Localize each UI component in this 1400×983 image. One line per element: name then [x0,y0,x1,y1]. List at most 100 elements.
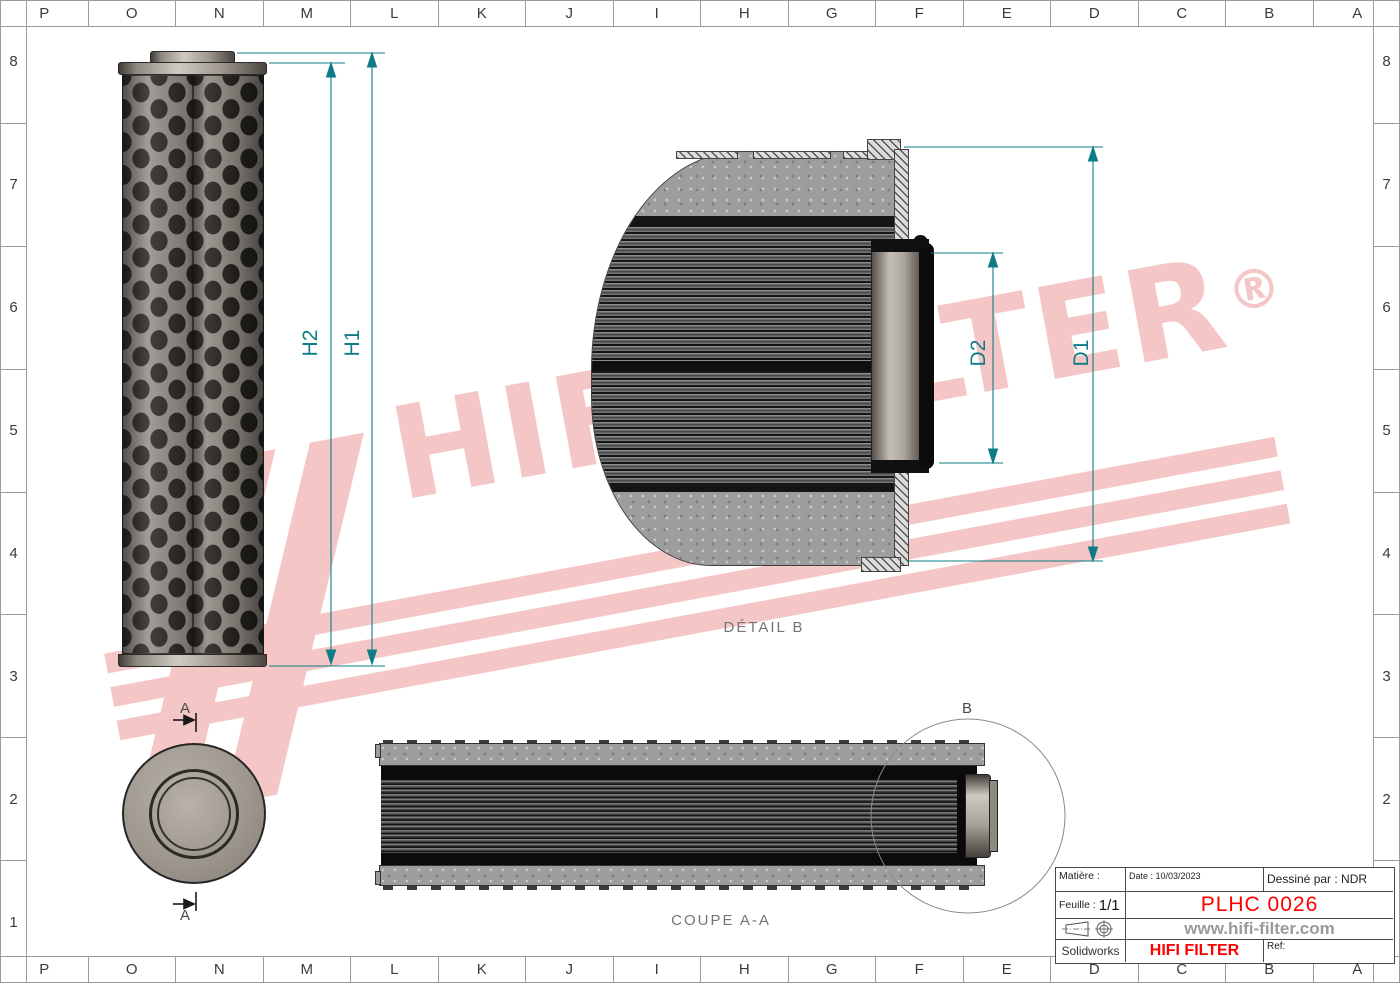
detail-hatch-rim [894,461,909,566]
detail-view [591,139,1021,579]
section-shell [379,743,985,766]
front-view-seam [192,75,194,654]
grid-letter: D [1051,1,1139,26]
website: www.hifi-filter.com [1126,919,1393,940]
section-view [379,740,999,890]
section-end-seal [957,779,965,853]
detail-circle-label: B [947,700,987,717]
grid-letter: M [264,957,352,982]
brand-name: HIFI FILTER [1126,940,1264,962]
grid-letter: E [964,1,1052,26]
sheet-label: Feuille : [1059,899,1096,911]
title-block: Matière : Date : 10/03/2023 Dessiné par … [1055,867,1395,964]
detail-body [591,151,909,566]
part-number: PLHC 0026 [1126,892,1393,919]
detail-top-cap [592,152,908,216]
cut-letter-bottom: A [165,907,205,924]
grid-number: 2 [1374,738,1399,861]
detail-hatch-strip [843,151,869,159]
dim-h2-label: H2 [300,313,322,373]
grid-letter: N [176,957,264,982]
title-sheet-cell: Feuille : 1/1 [1056,892,1126,919]
detail-separator [592,361,908,371]
grid-letter: J [526,1,614,26]
software-name: Solidworks [1056,940,1126,962]
ref-label: Ref: [1264,940,1393,962]
grid-letter: M [264,1,352,26]
grid-number: 5 [1374,370,1399,493]
dim-d1-label: D1 [1071,323,1093,383]
section-separator [381,853,977,865]
detail-bottom-cap [592,492,908,566]
section-end-flange [989,780,998,852]
grid-letter: K [439,1,527,26]
grid-number: 2 [1,738,26,861]
grid-letter: K [439,957,527,982]
section-separator [381,766,977,779]
projection-symbol-cell [1056,919,1126,940]
detail-pleated-media [592,225,908,361]
grid-letter: F [876,957,964,982]
grid-number: 4 [1,493,26,616]
grid-number: 3 [1,615,26,738]
title-author: Dessiné par : NDR [1264,868,1393,892]
grid-number: 6 [1374,247,1399,370]
detail-view-label: DÉTAIL B [664,619,864,636]
grid-number: 8 [1374,1,1399,124]
projection-symbol-icon [1062,920,1120,938]
grid-letter: I [614,1,702,26]
grid-letters-top: PONMLKJIHGFEDCBA [1,1,1400,27]
drawing-sheet: HIFI FILTER ® [0,0,1400,983]
dim-h1-label: H1 [342,313,364,373]
grid-letter: G [789,1,877,26]
cut-letter-top: A [165,700,205,717]
grid-letter: O [89,957,177,982]
top-view [122,743,266,884]
grid-letter: J [526,957,614,982]
grid-letter: L [351,957,439,982]
grid-letter: I [614,957,702,982]
grid-letter: N [176,1,264,26]
grid-letter: O [89,1,177,26]
grid-number: 7 [1,124,26,247]
section-pleated-media [381,779,957,853]
detail-hatch-strip [861,557,901,572]
grid-number: 6 [1,247,26,370]
grid-number: 8 [1,1,26,124]
detail-hatch-strip [676,151,738,159]
grid-letter: H [701,1,789,26]
section-shell [379,865,985,886]
detail-hatch-strip [753,151,831,159]
section-outer-ticks [383,886,983,890]
grid-letter: H [701,957,789,982]
detail-separator [592,483,908,492]
detail-pleated-media [592,371,908,483]
title-date: Date : 10/03/2023 [1126,868,1264,892]
detail-oring [913,235,928,250]
front-view-bottom-cap [118,654,267,667]
front-view-end-plate [118,62,267,75]
grid-number: 7 [1374,124,1399,247]
grid-number: 3 [1374,615,1399,738]
detail-seal [919,243,934,469]
registered-trademark-icon: ® [1222,254,1287,326]
grid-number: 4 [1374,493,1399,616]
grid-number: 1 [1,861,26,983]
section-left-tab [375,744,381,758]
top-view-center-bore [157,777,231,851]
grid-number: 5 [1,370,26,493]
grid-numbers-right: 87654321 [1373,1,1399,983]
section-left-tab [375,871,381,885]
grid-letter: F [876,1,964,26]
grid-letter: B [1226,1,1314,26]
section-view-label: COUPE A-A [621,912,821,929]
grid-letter: G [789,957,877,982]
section-end-fitting [965,774,991,858]
title-material-label: Matière : [1056,868,1126,892]
detail-separator [592,216,908,225]
sheet-value: 1/1 [1099,897,1120,914]
grid-letter: E [964,957,1052,982]
grid-numbers-left: 87654321 [1,1,27,983]
dim-d2-label: D2 [968,323,990,383]
grid-letter: C [1139,1,1227,26]
